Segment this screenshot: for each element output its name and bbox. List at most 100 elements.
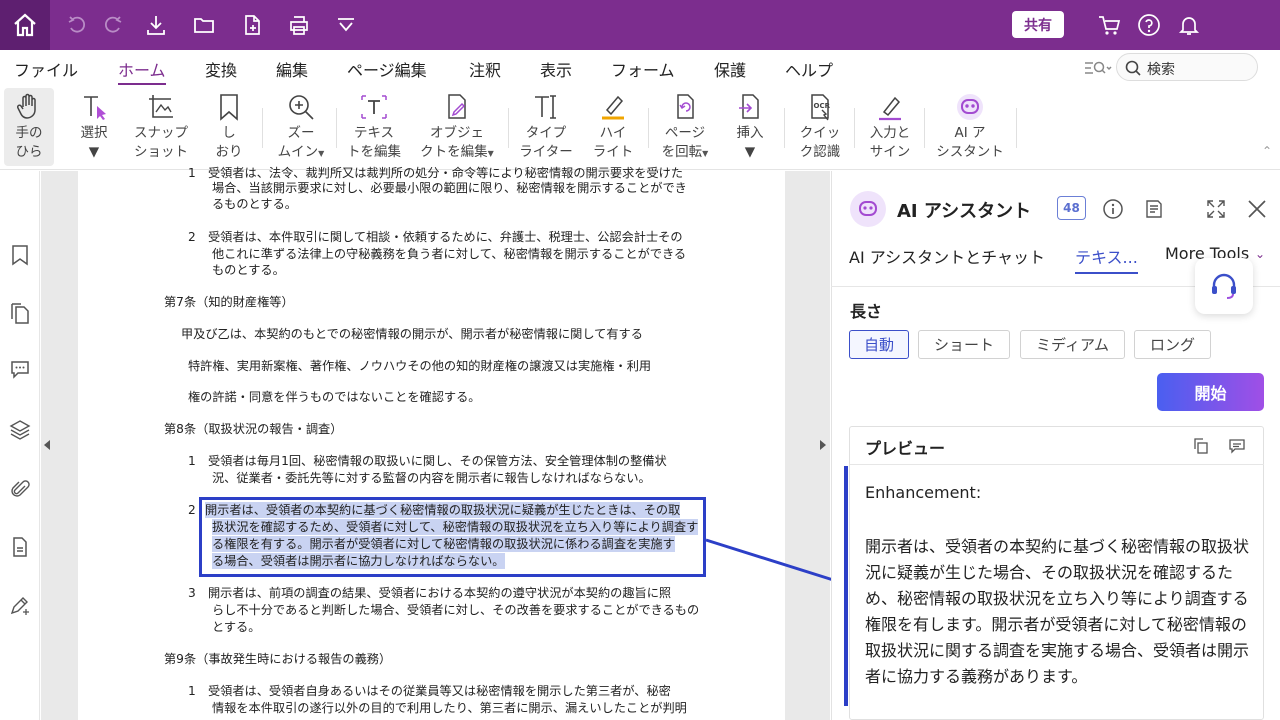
collapse-left-panel-icon[interactable] — [44, 440, 50, 450]
select-text-icon — [77, 90, 111, 124]
search-input[interactable]: 検索 — [1116, 53, 1258, 81]
highlight-icon — [596, 90, 630, 124]
doc-line: 甲及び乙は、本契約のもとでの秘密情報の開示が、開示者が秘密情報に関して有する — [181, 327, 643, 341]
doc-line: 2 受領者は、本件取引に関して相談・依頼するために、弁護士、税理士、公認会計士そ… — [188, 230, 683, 244]
redo-icon[interactable] — [98, 10, 128, 40]
bookmark-panel-icon[interactable] — [8, 243, 32, 267]
preview-title: プレビュー — [865, 439, 946, 458]
copy-icon[interactable] — [1191, 436, 1211, 456]
signature-tools-icon[interactable] — [8, 593, 32, 617]
download-icon[interactable] — [141, 10, 171, 40]
typewriter-tool[interactable]: タイプ ライター — [516, 88, 576, 166]
edit-text-tool[interactable]: テキス トを編集 — [342, 88, 406, 166]
share-button[interactable]: 共有 — [1012, 11, 1064, 38]
length-label: 長さ — [850, 302, 883, 321]
tab-text[interactable]: テキス... — [1075, 244, 1138, 274]
ribbon-separator — [784, 108, 785, 148]
ai-assistant-tool[interactable]: AI ア シスタント — [932, 88, 1008, 166]
ribbon-separator — [1016, 108, 1017, 148]
menu-protect[interactable]: 保護 — [714, 57, 746, 81]
insert-comment-icon[interactable] — [1227, 436, 1247, 456]
svg-text:OCR: OCR — [814, 102, 831, 110]
headset-icon — [1212, 273, 1236, 299]
undo-icon[interactable] — [62, 10, 92, 40]
help-icon[interactable] — [1134, 10, 1164, 40]
doc-line: ものとする。 — [212, 263, 285, 277]
new-file-icon[interactable] — [237, 10, 267, 40]
ai-robot-icon — [953, 90, 987, 124]
credits-badge[interactable]: 48 — [1057, 196, 1086, 220]
search-label: 検索 — [1147, 62, 1175, 78]
doc-line: とする。 — [212, 620, 261, 634]
tab-chat[interactable]: AI アシスタントとチャット — [849, 244, 1045, 268]
pages-thumbnail-icon[interactable] — [8, 301, 32, 325]
home-button[interactable] — [0, 0, 50, 50]
length-short-button[interactable]: ショート — [918, 330, 1010, 359]
ribbon-toolbar: 手の ひら 選択 ▼ スナップ ショット し おり ズー ムイン▼ テキス トを… — [0, 86, 1280, 170]
menu-form[interactable]: フォーム — [611, 57, 675, 81]
open-folder-icon[interactable] — [189, 10, 219, 40]
zoom-in-tool[interactable]: ズー ムイン▼ — [274, 88, 328, 166]
menu-view[interactable]: 表示 — [540, 57, 572, 81]
collapse-ribbon-icon[interactable]: ⌃ — [1262, 144, 1272, 158]
rotate-page-tool[interactable]: ページ を回転▼ — [656, 88, 714, 166]
hand-tool[interactable]: 手の ひら — [4, 88, 54, 166]
collapse-right-panel-icon[interactable] — [820, 440, 826, 450]
bookmark-tool[interactable]: し おり — [210, 88, 248, 166]
rotate-page-icon — [668, 90, 702, 124]
layers-icon[interactable] — [8, 417, 32, 441]
doc-line: 他これに準ずる法律上の守秘義務を負う者に対して、秘密情報を開示することができる — [212, 247, 687, 261]
typewriter-icon — [529, 90, 563, 124]
doc-line: らし不十分であると判断した場合、受領者に対し、その改善を要求することができるもの — [212, 603, 700, 617]
ocr-tool[interactable]: OCR クイッ ク認識 — [792, 88, 848, 166]
info-icon[interactable] — [1101, 197, 1125, 221]
menu-home[interactable]: ホーム — [118, 57, 166, 85]
support-button[interactable] — [1195, 258, 1253, 314]
insert-page-icon — [733, 90, 767, 124]
document-properties-icon[interactable] — [8, 535, 32, 559]
length-auto-button[interactable]: 自動 — [849, 330, 909, 359]
fill-sign-tool[interactable]: 入力と サイン — [862, 88, 918, 166]
doc-line: 1 受領者は、受領者自身あるいはその従業員等又は秘密情報を開示した第三者が、秘密 — [188, 684, 671, 698]
edit-object-tool[interactable]: オブジェ クトを編集▼ — [414, 88, 500, 166]
doc-line: 1 受領者は毎月1回、秘密情報の取扱いに関し、その保管方法、安全管理体制の整備状 — [188, 454, 667, 468]
notification-bell-icon[interactable] — [1174, 10, 1204, 40]
close-icon[interactable] — [1245, 197, 1269, 221]
selection-highlight-box — [199, 497, 706, 577]
zoom-in-icon — [284, 90, 318, 124]
left-sidebar — [0, 171, 40, 720]
doc-line: 2 — [188, 503, 196, 517]
title-bar: 共有 — [0, 0, 1280, 50]
insert-tool[interactable]: 挿入 ▼ — [728, 88, 772, 166]
comment-panel-icon[interactable] — [8, 357, 32, 381]
length-long-button[interactable]: ロング — [1134, 330, 1211, 359]
bookmark-icon — [212, 90, 246, 124]
menu-comment[interactable]: 注釈 — [469, 57, 501, 81]
menu-edit[interactable]: 編集 — [276, 57, 308, 81]
doc-line: 1 受領者は、法令、裁判所又は裁判所の処分・命令等により秘密情報の開示要求を受け… — [188, 166, 684, 180]
ribbon-separator — [508, 108, 509, 148]
highlight-tool[interactable]: ハイ ライト — [588, 88, 638, 166]
doc-line: 情報を本件取引の遂行以外の目的で利用したり、第三者に開示、漏えいしたことが判明 — [212, 701, 687, 715]
more-dropdown-icon[interactable] — [331, 10, 361, 40]
search-icon — [1125, 60, 1141, 80]
search-options-icon[interactable] — [1084, 59, 1112, 81]
menu-help[interactable]: ヘルプ — [785, 57, 833, 81]
cart-icon[interactable] — [1094, 10, 1124, 40]
panel-title: AI アシスタント — [897, 201, 1032, 222]
select-tool[interactable]: 選択 ▼ — [72, 88, 116, 166]
chevron-down-icon[interactable]: ⌄ — [1255, 247, 1265, 261]
menu-convert[interactable]: 変換 — [205, 57, 237, 81]
attachment-icon[interactable] — [8, 477, 32, 501]
history-notes-icon[interactable] — [1142, 197, 1166, 221]
print-icon[interactable] — [284, 10, 314, 40]
edit-object-icon — [440, 90, 474, 124]
menu-page-edit[interactable]: ページ編集 — [347, 57, 427, 81]
ribbon-separator — [262, 108, 263, 148]
ribbon-separator — [648, 108, 649, 148]
start-button[interactable]: 開始 — [1157, 373, 1264, 411]
length-medium-button[interactable]: ミディアム — [1020, 330, 1125, 359]
snapshot-tool[interactable]: スナップ ショット — [130, 88, 192, 166]
expand-icon[interactable] — [1204, 197, 1228, 221]
menu-file[interactable]: ファイル — [14, 57, 78, 81]
